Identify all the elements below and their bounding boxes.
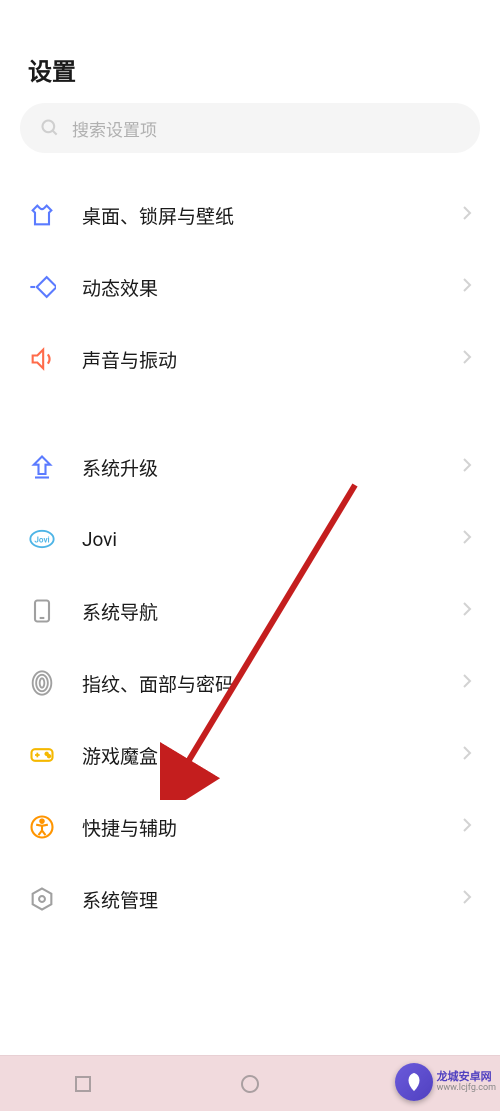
- item-label: 系统升级: [82, 454, 462, 481]
- chevron-right-icon: [462, 277, 472, 297]
- search-placeholder: 搜索设置项: [72, 116, 157, 141]
- item-label: 桌面、锁屏与壁纸: [82, 202, 462, 229]
- item-label: 快捷与辅助: [82, 814, 462, 841]
- recent-apps-button[interactable]: [71, 1072, 95, 1096]
- settings-list: 桌面、锁屏与壁纸 动态效果: [0, 171, 500, 971]
- item-label: 游戏魔盒: [82, 742, 462, 769]
- accessibility-icon: [28, 813, 56, 841]
- system-icon: [28, 885, 56, 913]
- upgrade-icon: [28, 453, 56, 481]
- svg-text:Jovi: Jovi: [34, 535, 49, 545]
- watermark-name: 龙城安卓网: [437, 1070, 496, 1083]
- settings-item-accessibility[interactable]: 快捷与辅助: [0, 791, 500, 863]
- item-label: 系统导航: [82, 598, 462, 625]
- item-label: 声音与振动: [82, 346, 462, 373]
- search-input[interactable]: 搜索设置项: [20, 103, 480, 153]
- watermark-url: www.lcjfg.com: [437, 1083, 496, 1094]
- settings-item-desktop[interactable]: 桌面、锁屏与壁纸: [0, 179, 500, 251]
- settings-item-navigation[interactable]: 系统导航: [0, 575, 500, 647]
- fingerprint-icon: [28, 669, 56, 697]
- watermark: 龙城安卓网 www.lcjfg.com: [395, 1063, 496, 1101]
- item-label: 系统管理: [82, 886, 462, 913]
- chevron-right-icon: [462, 673, 472, 693]
- chevron-right-icon: [462, 745, 472, 765]
- settings-item-sound[interactable]: 声音与振动: [0, 323, 500, 395]
- settings-item-upgrade[interactable]: 系统升级: [0, 431, 500, 503]
- animation-icon: [28, 273, 56, 301]
- chevron-right-icon: [462, 205, 472, 225]
- settings-item-system[interactable]: 系统管理: [0, 863, 500, 935]
- sound-icon: [28, 345, 56, 373]
- chevron-right-icon: [462, 529, 472, 549]
- jovi-icon: Jovi: [28, 525, 56, 553]
- shirt-icon: [28, 201, 56, 229]
- chevron-right-icon: [462, 889, 472, 909]
- settings-item-animation[interactable]: 动态效果: [0, 251, 500, 323]
- watermark-badge-icon: [395, 1063, 433, 1101]
- chevron-right-icon: [462, 601, 472, 621]
- search-icon: [40, 118, 60, 138]
- chevron-right-icon: [462, 457, 472, 477]
- settings-item-gamebox[interactable]: 游戏魔盒: [0, 719, 500, 791]
- navigation-icon: [28, 597, 56, 625]
- chevron-right-icon: [462, 349, 472, 369]
- item-label: 指纹、面部与密码: [82, 670, 462, 697]
- gamebox-icon: [28, 741, 56, 769]
- item-label: 动态效果: [82, 274, 462, 301]
- settings-item-fingerprint[interactable]: 指纹、面部与密码: [0, 647, 500, 719]
- chevron-right-icon: [462, 817, 472, 837]
- settings-item-jovi[interactable]: Jovi Jovi: [0, 503, 500, 575]
- item-label: Jovi: [82, 528, 462, 551]
- page-title: 设置: [0, 40, 500, 103]
- home-button[interactable]: [238, 1072, 262, 1096]
